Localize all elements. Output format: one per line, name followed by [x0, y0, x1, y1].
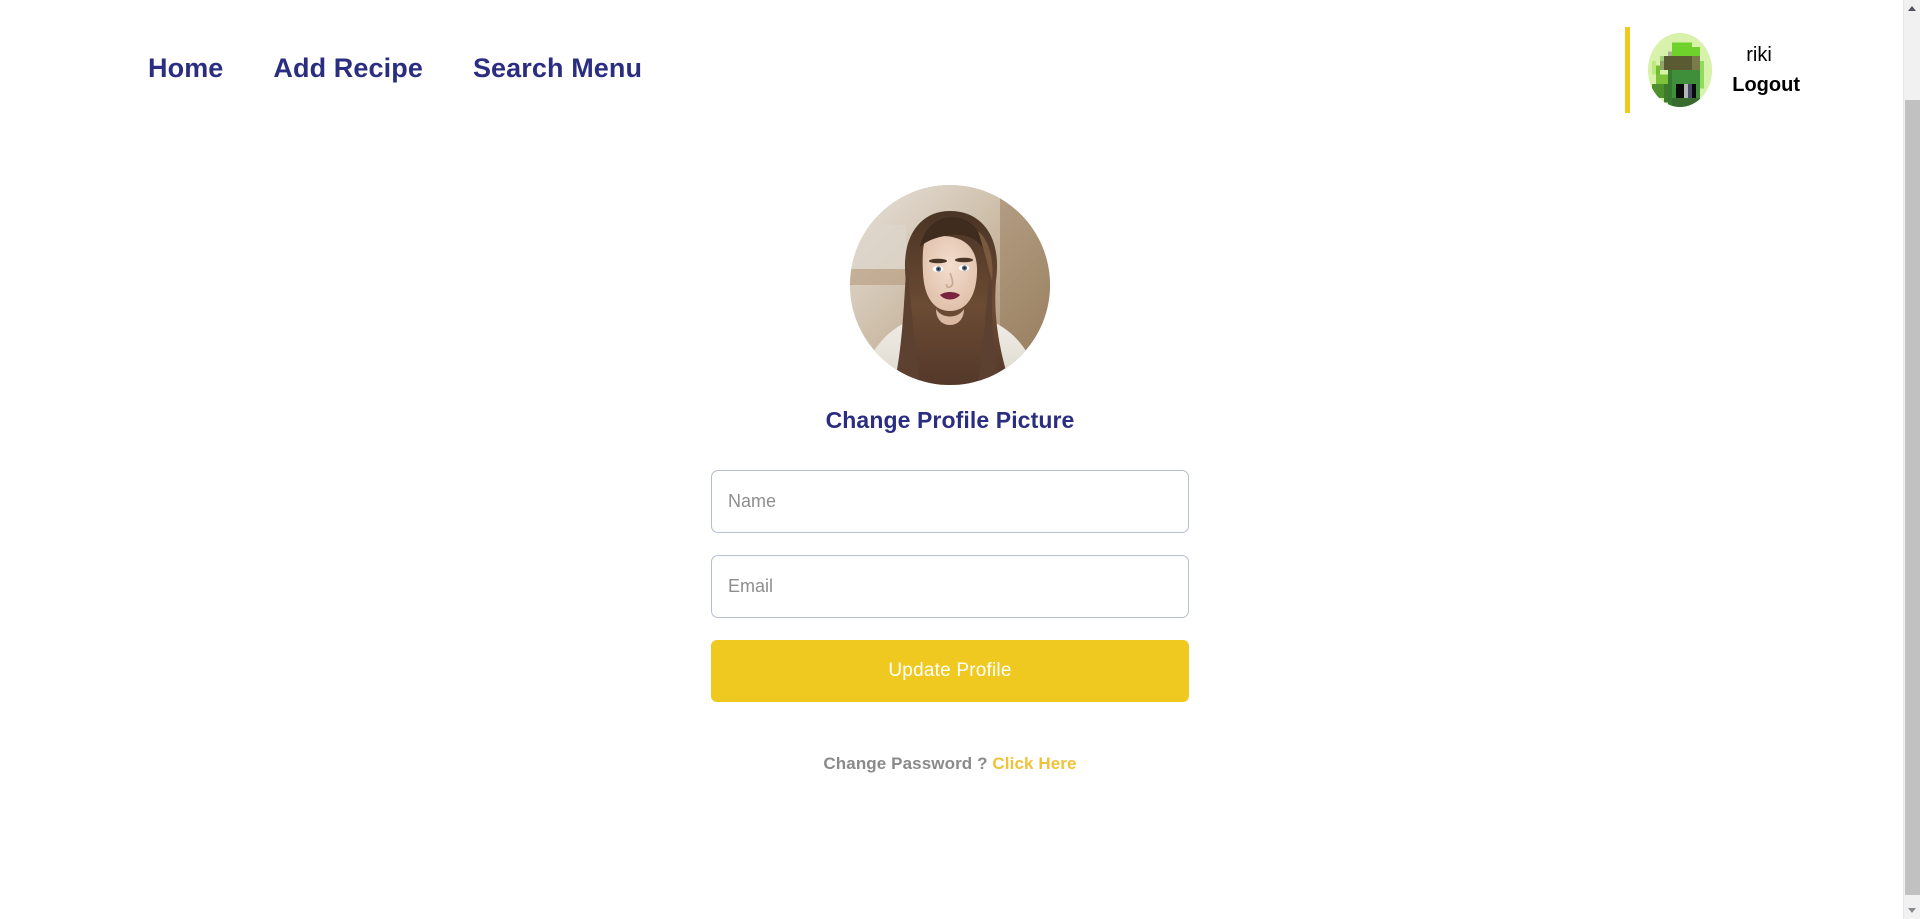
nav-link-home[interactable]: Home — [148, 52, 223, 84]
profile-picture[interactable] — [850, 185, 1050, 385]
change-password-prompt: Change Password ? — [823, 754, 988, 773]
profile-content: Change Profile Picture Update Profile Ch… — [0, 140, 1900, 774]
logout-link[interactable]: Logout — [1732, 73, 1800, 98]
nav-link-search-menu[interactable]: Search Menu — [473, 52, 642, 84]
profile-form: Update Profile — [711, 470, 1189, 702]
scroll-down-arrow-icon[interactable] — [1904, 902, 1920, 919]
page-root: Home Add Recipe Search Menu riki Logout … — [0, 0, 1920, 919]
profile-photo-svg — [850, 185, 1050, 385]
scroll-up-arrow-icon[interactable] — [1904, 0, 1920, 17]
change-password-link[interactable]: Click Here — [992, 754, 1076, 773]
change-password-row: Change Password ? Click Here — [823, 754, 1076, 774]
yellow-divider — [1625, 27, 1631, 113]
pixel-avatar-icon[interactable] — [1648, 33, 1713, 107]
vertical-scrollbar[interactable] — [1903, 0, 1920, 919]
user-area: riki Logout — [1625, 22, 1800, 118]
change-profile-picture-label[interactable]: Change Profile Picture — [826, 407, 1075, 434]
email-input[interactable] — [711, 555, 1189, 618]
user-text: riki Logout — [1732, 43, 1800, 98]
name-input[interactable] — [711, 470, 1189, 533]
navbar: Home Add Recipe Search Menu riki Logout — [0, 0, 1920, 140]
pixel-avatar-svg — [1648, 33, 1713, 107]
nav-links: Home Add Recipe Search Menu — [148, 52, 642, 84]
nav-link-add-recipe[interactable]: Add Recipe — [273, 52, 423, 84]
scrollbar-thumb[interactable] — [1905, 100, 1920, 895]
update-profile-button[interactable]: Update Profile — [711, 640, 1189, 702]
user-name: riki — [1746, 43, 1772, 66]
